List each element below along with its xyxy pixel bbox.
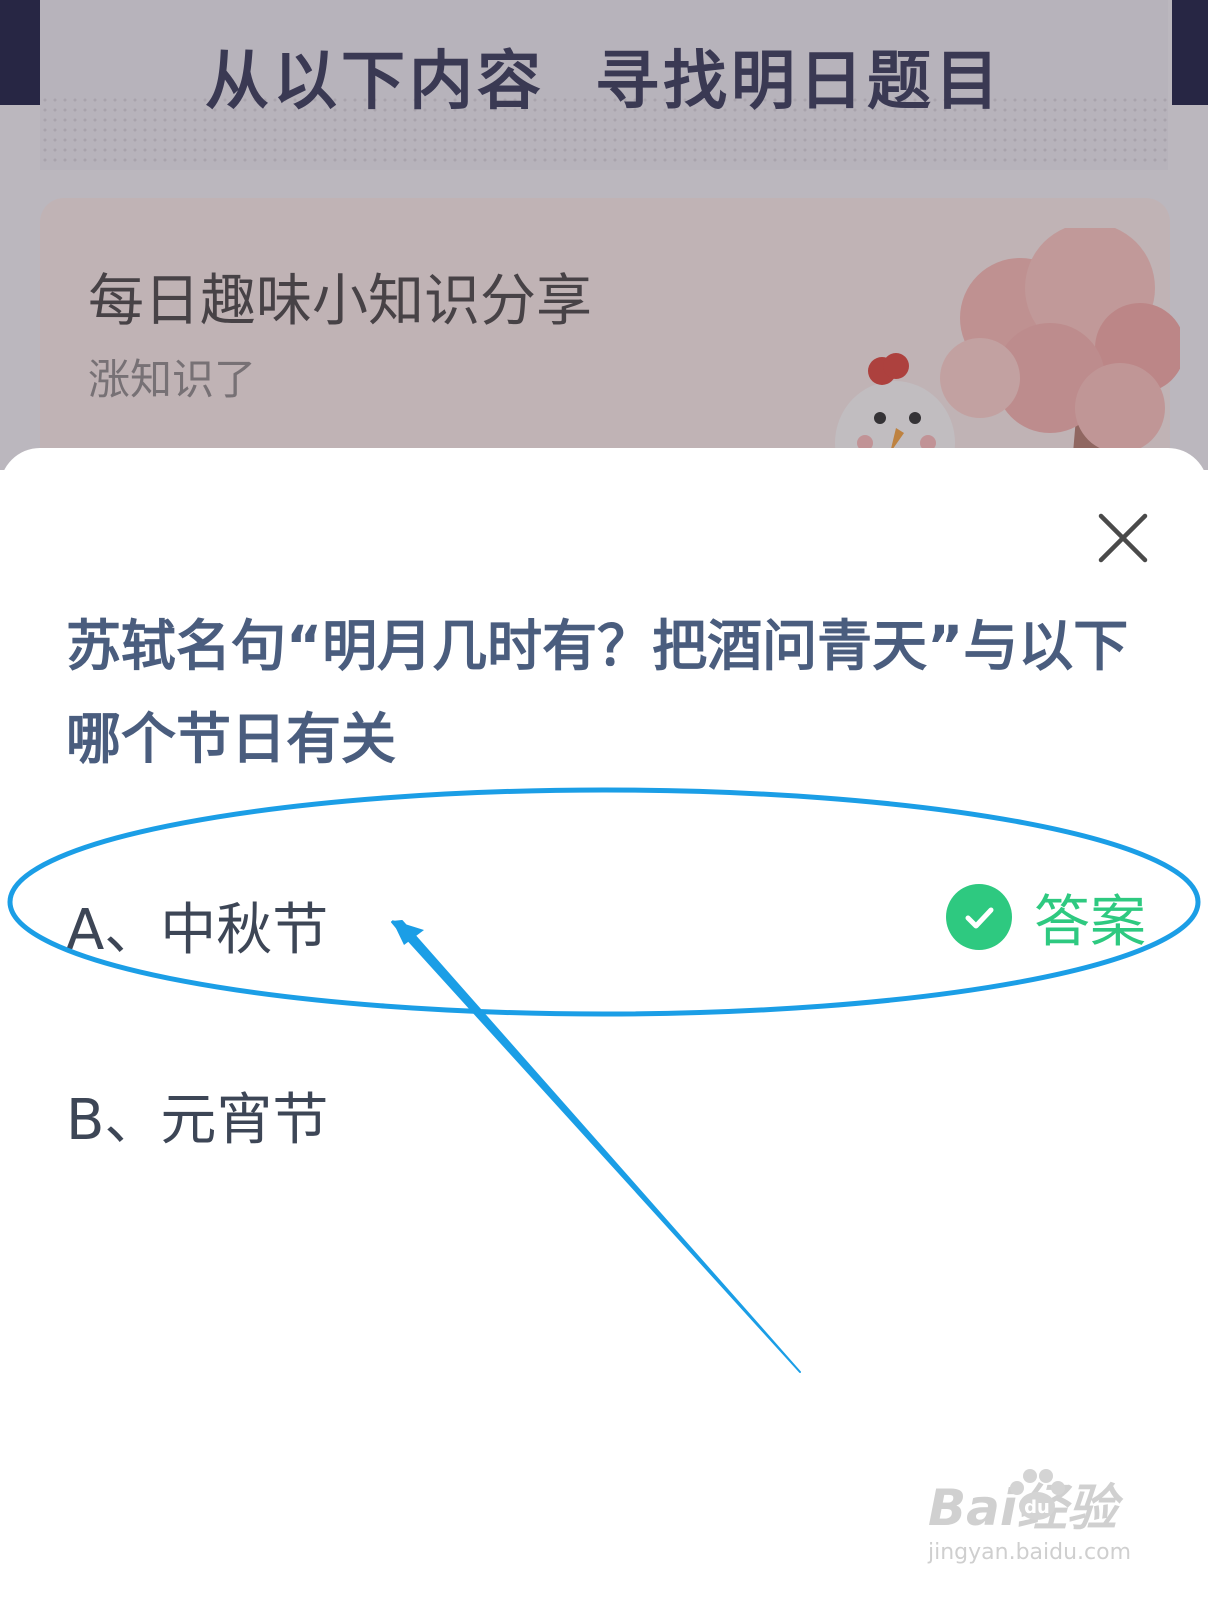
option-b[interactable]: B、元宵节 — [66, 1075, 328, 1156]
option-a[interactable]: A、中秋节 — [66, 885, 328, 966]
background-page: 从以下内容 寻找明日题目 每日趣味小知识分享 涨知识了 — [0, 0, 1208, 498]
dim-overlay[interactable] — [0, 0, 1208, 470]
answer-badge: 答案 — [946, 882, 1146, 955]
watermark-url: jingyan.baidu.com — [928, 1540, 1132, 1565]
question-text: 苏轼名句“明月几时有？把酒问青天”与以下哪个节日有关 — [66, 614, 1129, 771]
answer-label: 答案 — [1034, 889, 1146, 955]
paw-icon: du — [1010, 1469, 1065, 1520]
baidu-jingyan-watermark: Bai经验 du jingyan.baidu.com — [928, 1468, 1178, 1578]
svg-text:du: du — [1024, 1497, 1050, 1518]
check-icon — [946, 884, 1012, 950]
close-icon[interactable] — [1095, 510, 1151, 566]
